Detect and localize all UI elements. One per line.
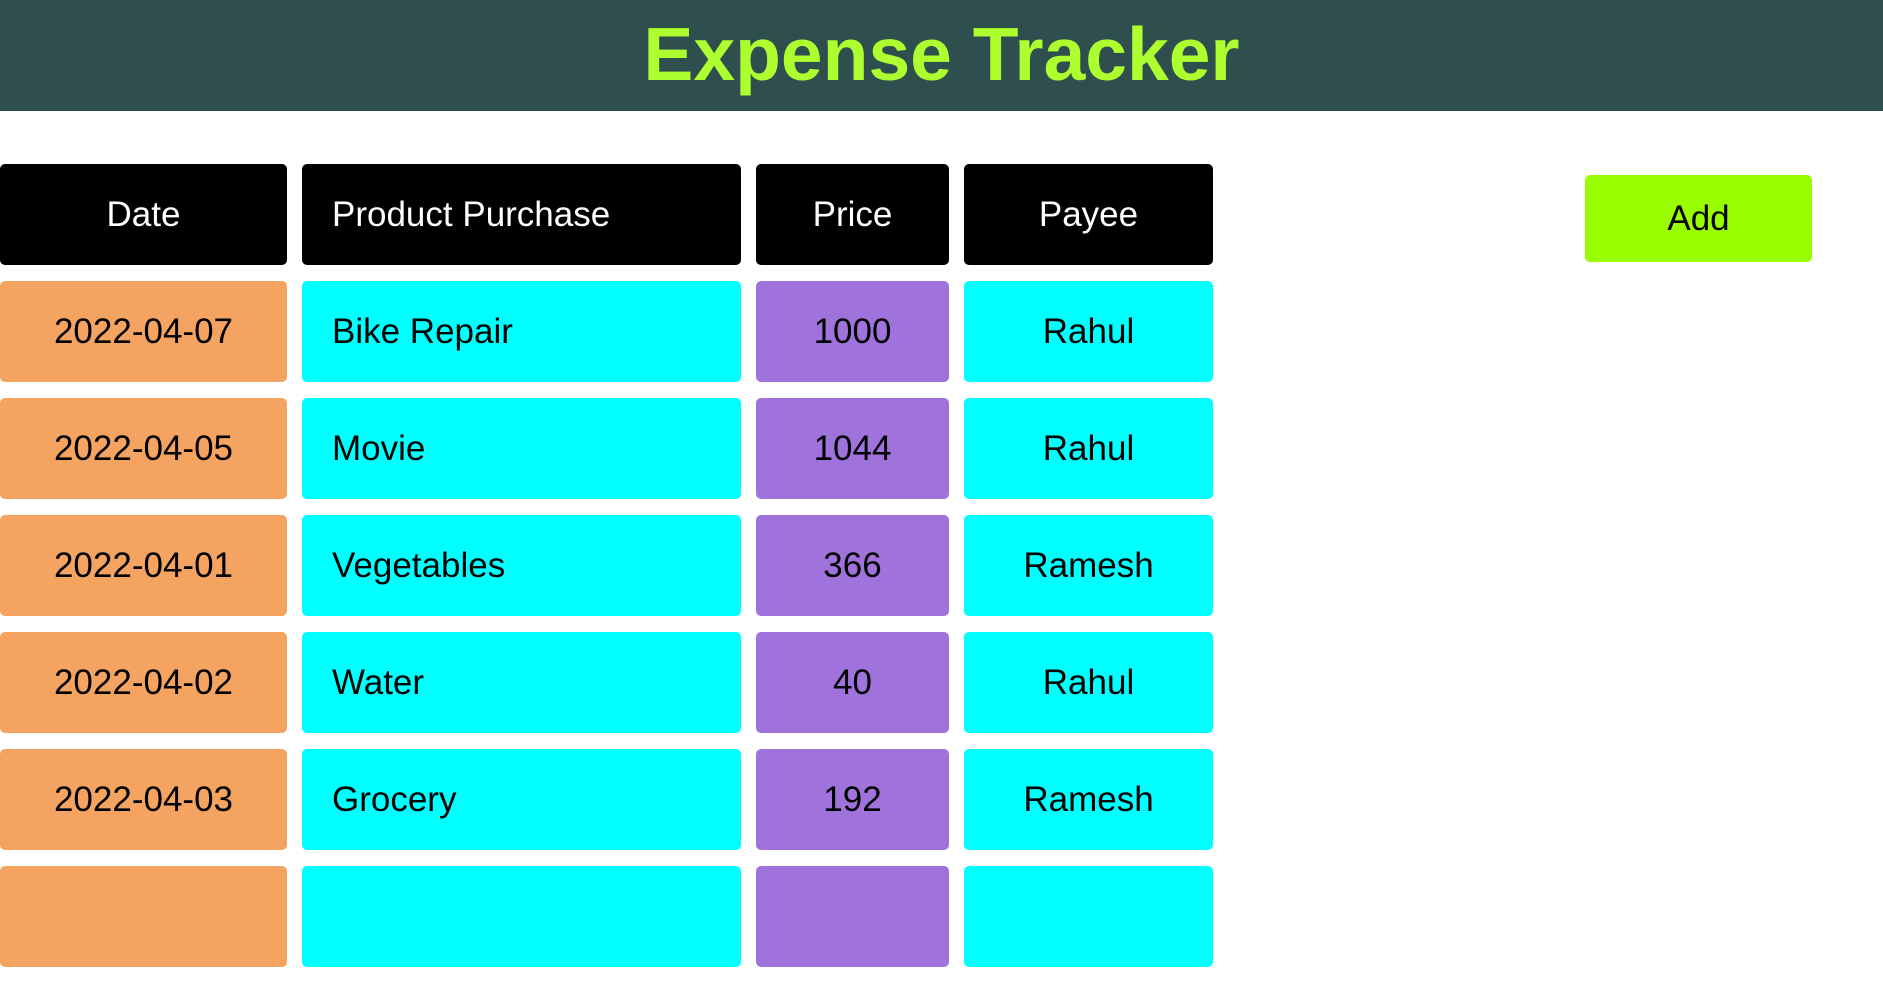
- page-title: Expense Tracker: [643, 12, 1240, 96]
- product-cell: Grocery: [302, 749, 741, 850]
- product-cell: Water: [302, 632, 741, 733]
- price-cell: [756, 866, 949, 967]
- product-cell: Movie: [302, 398, 741, 499]
- date-cell: 2022-04-07: [0, 281, 287, 382]
- payee-cell: Rahul: [964, 398, 1213, 499]
- column-header-date[interactable]: Date: [0, 164, 287, 265]
- price-cell: 1000: [756, 281, 949, 382]
- product-cell: Bike Repair: [302, 281, 741, 382]
- price-cell: 40: [756, 632, 949, 733]
- column-header-product[interactable]: Product Purchase: [302, 164, 741, 265]
- column-header-payee[interactable]: Payee: [964, 164, 1213, 265]
- payee-cell: Rahul: [964, 281, 1213, 382]
- price-cell: 192: [756, 749, 949, 850]
- payee-cell: [964, 866, 1213, 967]
- price-cell: 1044: [756, 398, 949, 499]
- payee-cell: Ramesh: [964, 515, 1213, 616]
- add-button[interactable]: Add: [1585, 175, 1812, 262]
- payee-cell: Ramesh: [964, 749, 1213, 850]
- product-cell: [302, 866, 741, 967]
- price-cell: 366: [756, 515, 949, 616]
- date-cell: [0, 866, 287, 967]
- column-header-price[interactable]: Price: [756, 164, 949, 265]
- date-cell: 2022-04-02: [0, 632, 287, 733]
- payee-cell: Rahul: [964, 632, 1213, 733]
- product-cell: Vegetables: [302, 515, 741, 616]
- date-cell: 2022-04-03: [0, 749, 287, 850]
- date-cell: 2022-04-01: [0, 515, 287, 616]
- date-cell: 2022-04-05: [0, 398, 287, 499]
- app-header: Expense Tracker: [0, 0, 1883, 111]
